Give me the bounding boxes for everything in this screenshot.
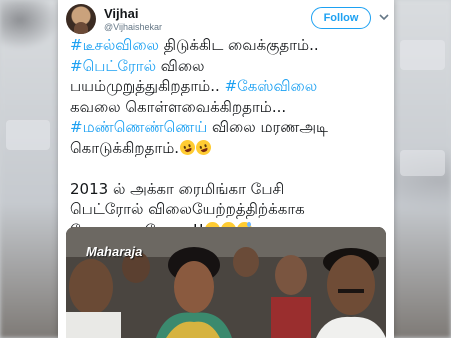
avatar[interactable] [66,4,96,34]
tweet-line: பயம்முறுத்துகிறதாம்.. #கேஸ்விலை [70,76,388,97]
tweet-text-segment: விலை மரணஅடி [207,118,328,136]
rofl-emoji-icon [193,137,214,157]
chevron-down-icon[interactable] [379,12,389,22]
tweet-text-segment: பெட்ரோல் விலையேற்றத்திற்க்காக [70,200,305,218]
background-panel [400,150,445,176]
tweet-text-segment: கவலை கொள்ளவைக்கிறதாம்... [70,97,287,116]
hashtag-link[interactable]: #மண்ணெண்ணெய் [70,118,207,136]
tweet-line: கவலை கொள்ளவைக்கிறதாம்... [70,97,388,118]
hashtag-link[interactable]: #பெட்ரோல் [70,57,156,75]
tweet-text-segment: விலை [156,56,205,75]
background-panel [400,40,445,70]
tweet-text-segment: 2013 ல் அக்கா ரைமிங்கா பேசி [70,179,285,198]
hashtag-link[interactable]: #டீசல்விலை [70,36,159,54]
rofl-emoji-icon [177,137,198,157]
display-name[interactable]: Vijhai [104,6,138,21]
tweet-line: கொடுக்கிறதாம். [70,137,388,159]
tweet-text-segment: கொடுக்கிறதாம். [70,138,180,157]
hashtag-link[interactable]: #கேஸ்விலை [225,77,318,95]
tweet-line: #டீசல்விலை திடுக்கிட வைக்குதாம்.. [70,35,388,56]
tweet-text-segment: திடுக்கிட வைக்குதாம்.. [158,36,319,54]
tweet-line [70,158,388,179]
media-watermark: Maharaja [86,244,143,259]
tweet-line: 2013 ல் அக்கா ரைமிங்கா பேசி [70,179,388,200]
background-panel [6,120,50,150]
tweet-text: #டீசல்விலை திடுக்கிட வைக்குதாம்.. #பெட்ரோ… [70,35,388,240]
tweet-line: #பெட்ரோல் விலை [70,56,388,77]
follow-button[interactable]: Follow [311,7,371,29]
tweet-card: Vijhai @Vijhaishekar Follow #டீசல்விலை த… [58,0,394,338]
user-handle[interactable]: @Vijhaishekar [104,22,162,32]
tweet-text-segment: பயம்முறுத்துகிறதாம்.. [70,77,225,95]
tweet-media-image[interactable]: Maharaja [66,227,386,338]
tweet-line: #மண்ணெண்ணெய் விலை மரணஅடி [70,117,388,138]
tweet-line: பெட்ரோல் விலையேற்றத்திற்க்காக [70,199,388,220]
